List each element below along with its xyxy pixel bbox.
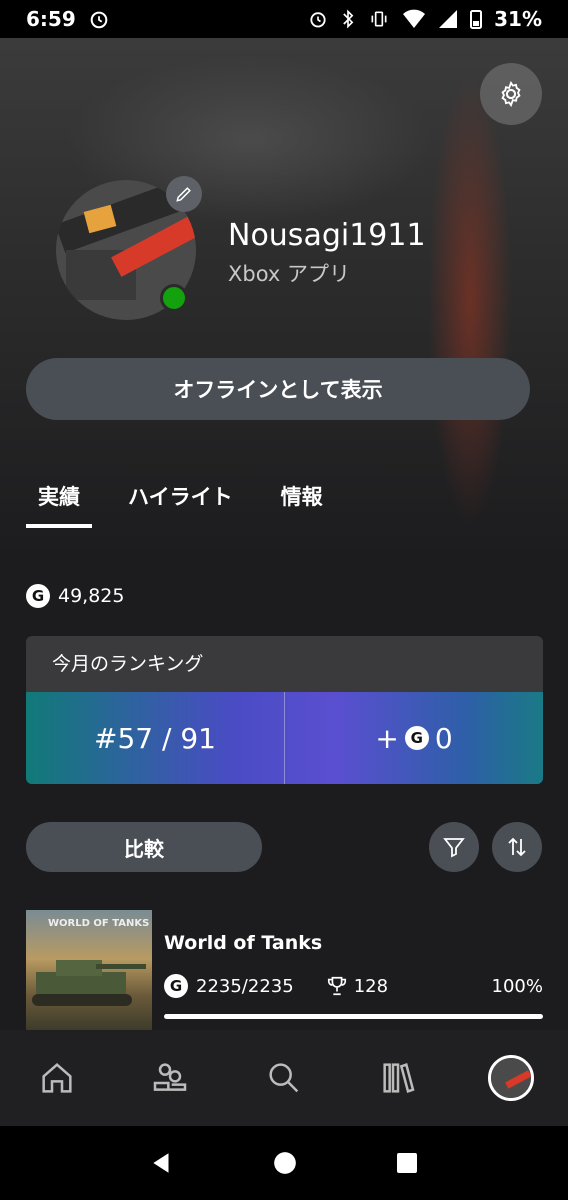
settings-button[interactable] xyxy=(480,63,542,125)
alarm-icon xyxy=(90,11,108,29)
nav-profile[interactable] xyxy=(483,1050,539,1106)
system-navigation-bar xyxy=(0,1126,568,1200)
game-score: 2235/2235 xyxy=(196,975,294,997)
status-time: 6:59 xyxy=(26,7,76,31)
home-circle-icon[interactable] xyxy=(272,1150,298,1176)
nav-library[interactable] xyxy=(370,1050,426,1106)
gamerscore-icon: G xyxy=(26,584,50,608)
trophy-icon xyxy=(327,976,346,996)
ranking-gain: + G 0 xyxy=(285,692,543,784)
profile-tabs: 実績 ハイライト 情報 xyxy=(26,478,335,528)
nav-search[interactable] xyxy=(256,1050,312,1106)
sort-icon xyxy=(508,837,526,857)
signal-icon xyxy=(439,10,458,28)
search-icon xyxy=(269,1063,299,1093)
gamerscore-value: 49,825 xyxy=(58,585,125,607)
alarm-icon xyxy=(310,12,326,28)
vibrate-icon xyxy=(371,11,387,27)
game-thumbnail: WORLD OF TANKS xyxy=(26,910,152,1032)
profile-avatar-small xyxy=(488,1055,535,1101)
bluetooth-icon xyxy=(343,9,354,29)
battery-icon xyxy=(470,10,483,29)
game-progress-fill xyxy=(164,1014,543,1019)
status-bar: 6:59 31% xyxy=(0,0,568,38)
monthly-ranking-card[interactable]: 今月のランキング #57 / 91 + G 0 xyxy=(26,636,543,784)
nav-home[interactable] xyxy=(29,1050,85,1106)
game-percent: 100% xyxy=(491,975,543,997)
tab-info[interactable]: 情報 xyxy=(269,478,335,528)
nav-social[interactable] xyxy=(142,1050,198,1106)
tank-image xyxy=(32,960,146,1006)
ranking-position: #57 / 91 xyxy=(94,721,216,755)
pencil-icon xyxy=(176,187,191,202)
ranking-body: #57 / 91 + G 0 xyxy=(26,692,543,784)
library-icon xyxy=(382,1063,415,1093)
compare-button[interactable]: 比較 xyxy=(26,822,262,872)
game-stats: G 2235/2235 128 100% xyxy=(164,974,543,998)
ranking-title: 今月のランキング xyxy=(52,653,204,675)
home-icon xyxy=(42,1063,72,1093)
recents-icon[interactable] xyxy=(395,1151,419,1175)
back-icon[interactable] xyxy=(149,1150,175,1176)
gamerscore-icon: G xyxy=(404,726,429,750)
gamerscore-icon: G xyxy=(164,974,188,998)
tab-highlights[interactable]: ハイライト xyxy=(116,478,245,528)
people-icon xyxy=(154,1063,187,1091)
game-title: World of Tanks xyxy=(164,932,323,954)
filter-icon xyxy=(443,838,465,858)
gamertag: Nousagi1911 xyxy=(228,218,426,253)
gamerscore: G 49,825 xyxy=(26,584,124,608)
gear-icon xyxy=(501,80,521,108)
game-progress-bar xyxy=(164,1014,543,1019)
online-status-indicator xyxy=(160,284,188,312)
filter-button[interactable] xyxy=(429,822,479,872)
sort-button[interactable] xyxy=(492,822,542,872)
game-list-item[interactable]: WORLD OF TANKS World of Tanks G 2235/223… xyxy=(26,910,543,1032)
bottom-navigation xyxy=(0,1030,568,1126)
wifi-icon xyxy=(403,9,426,28)
tab-achievements[interactable]: 実績 xyxy=(26,478,92,528)
appear-offline-button[interactable]: オフラインとして表示 xyxy=(26,358,530,420)
profile-subtitle: Xbox アプリ xyxy=(228,262,351,286)
game-trophies: 128 xyxy=(353,975,389,997)
battery-percent: 31% xyxy=(494,7,542,31)
edit-avatar-button[interactable] xyxy=(166,176,202,212)
ranking-gain-prefix: + xyxy=(375,721,399,755)
ranking-gain-value: 0 xyxy=(434,721,453,755)
